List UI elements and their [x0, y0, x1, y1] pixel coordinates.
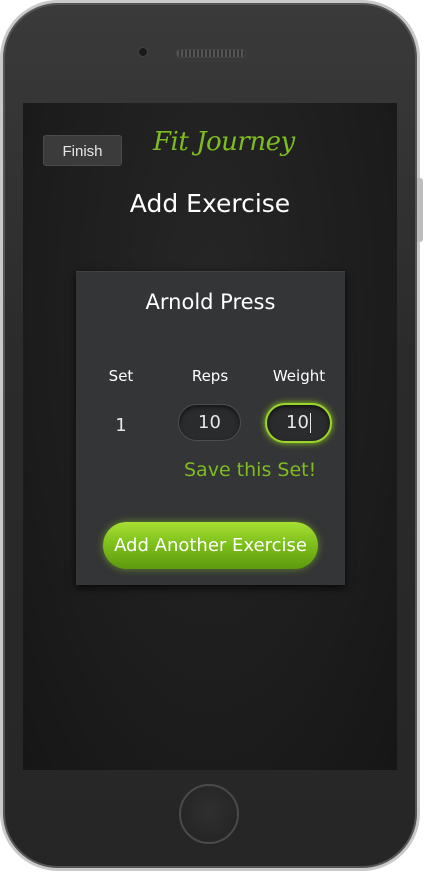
exercise-name: Arnold Press — [145, 290, 276, 314]
home-button[interactable] — [179, 784, 239, 844]
app-screen: Finish Fit Journey Add Exercise Arnold P… — [23, 103, 397, 770]
weight-input[interactable]: 10 — [265, 403, 332, 443]
side-volume-button[interactable] — [417, 178, 423, 242]
exercise-card: Arnold Press Set Reps Weight 1 10 10 Sav… — [76, 271, 345, 585]
reps-column-header: Reps — [191, 367, 229, 385]
page-title: Add Exercise — [129, 189, 291, 218]
reps-input[interactable]: 10 — [178, 404, 241, 441]
speaker-grille — [176, 49, 246, 58]
save-set-link[interactable]: Save this Set! — [184, 459, 316, 481]
set-number: 1 — [115, 415, 127, 436]
text-cursor — [309, 413, 311, 433]
weight-input-value: 10 — [286, 412, 309, 433]
app-title: Fit Journey — [153, 127, 295, 157]
weight-column-header: Weight — [272, 367, 326, 385]
reps-input-value: 10 — [198, 412, 221, 433]
phone-frame: Finish Fit Journey Add Exercise Arnold P… — [0, 0, 420, 871]
finish-button[interactable]: Finish — [43, 135, 122, 166]
add-another-exercise-button[interactable]: Add Another Exercise — [103, 522, 318, 569]
set-column-header: Set — [108, 367, 134, 385]
camera-icon — [139, 48, 147, 56]
